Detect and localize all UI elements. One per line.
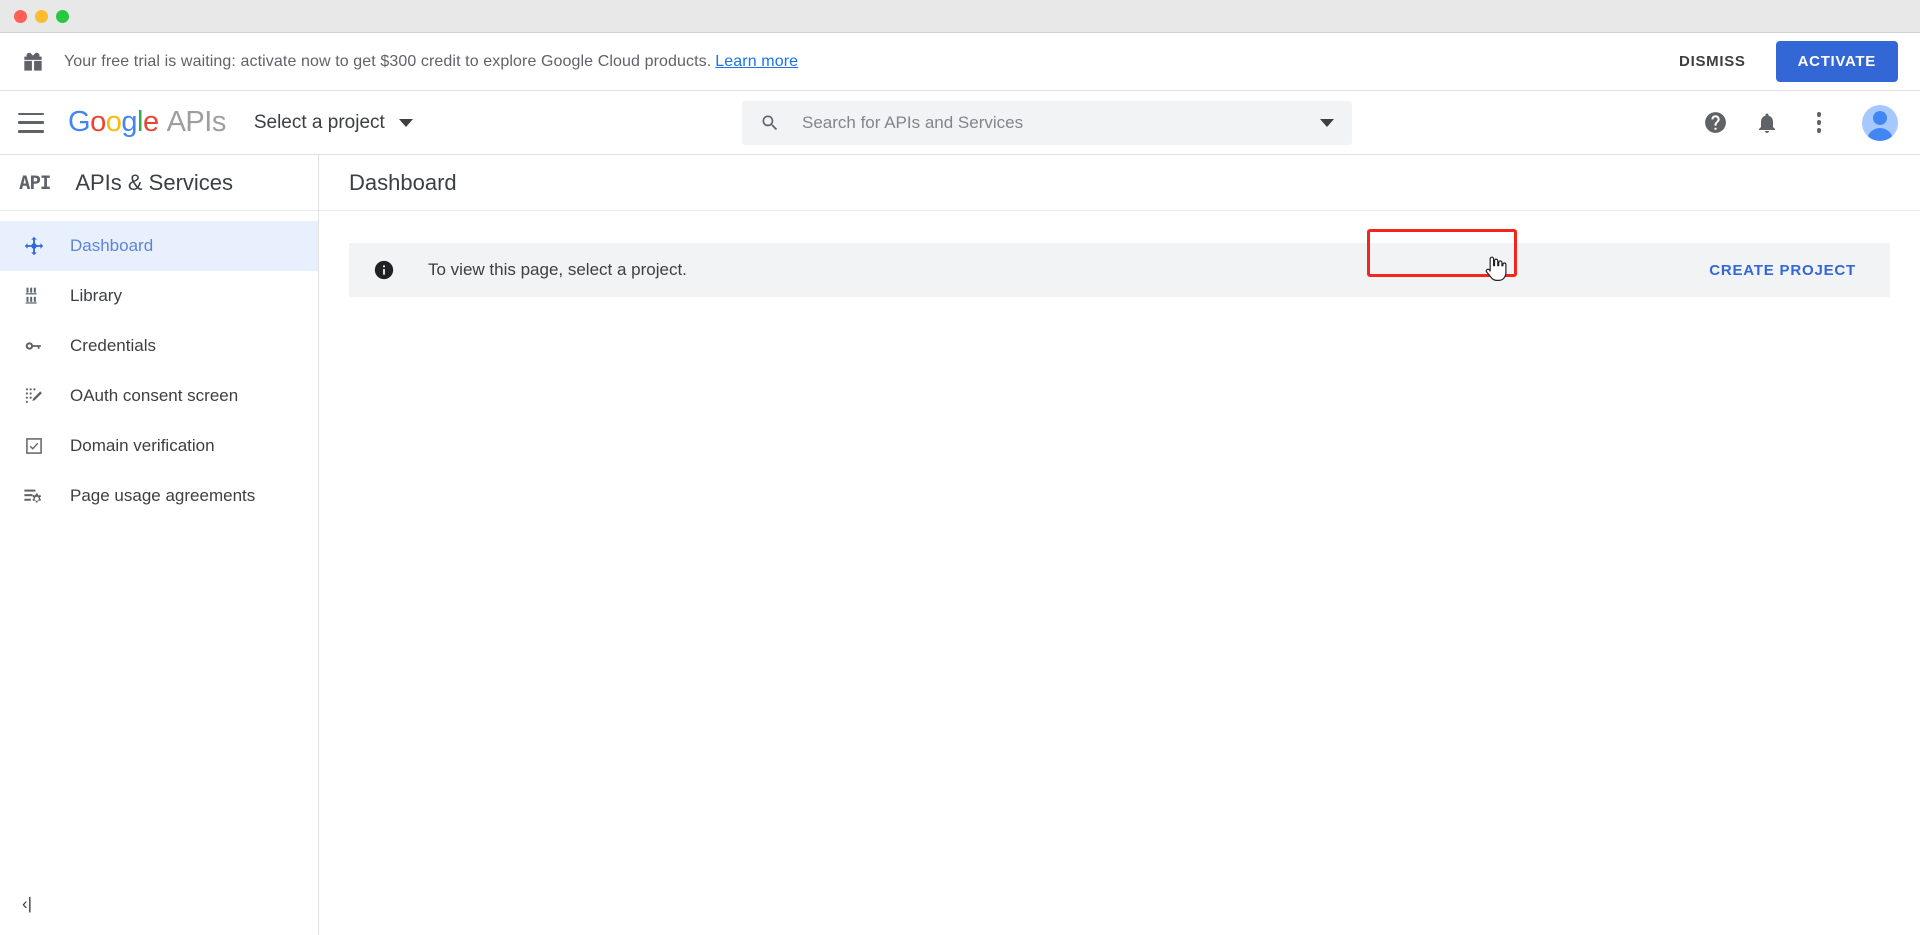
page-title: Dashboard xyxy=(349,169,457,195)
page-body: API APIs & Services Dashboard Library Cr… xyxy=(0,155,1920,935)
content-area: To view this page, select a project. CRE… xyxy=(319,211,1920,297)
search-bar[interactable] xyxy=(742,100,1352,145)
free-trial-banner: Your free trial is waiting: activate now… xyxy=(0,33,1920,91)
page-header: Dashboard xyxy=(319,155,1920,211)
banner-message: Your free trial is waiting: activate now… xyxy=(64,53,798,71)
sidebar-item-label: Credentials xyxy=(70,336,156,355)
bell-icon[interactable] xyxy=(1754,110,1780,136)
logo-letter-g2: g xyxy=(121,106,137,138)
sidebar-item-oauth-consent-screen[interactable]: OAuth consent screen xyxy=(0,371,318,421)
sidebar-item-label: OAuth consent screen xyxy=(70,386,239,405)
sidebar-header: API APIs & Services xyxy=(0,155,318,211)
google-apis-logo[interactable]: Google APIs xyxy=(68,106,226,139)
user-avatar-icon[interactable] xyxy=(1862,104,1898,141)
search-dropdown-chevron-icon[interactable] xyxy=(1320,118,1334,127)
logo-letter-g1: G xyxy=(68,106,91,138)
activate-button[interactable]: ACTIVATE xyxy=(1775,41,1898,82)
logo-suffix-apis: APIs xyxy=(166,106,227,138)
sidebar-item-page-usage-agreements[interactable]: Page usage agreements xyxy=(0,471,318,521)
collapse-sidebar-icon[interactable]: ‹| xyxy=(22,894,32,914)
sidebar-nav: Dashboard Library Credentials OAuth cons… xyxy=(0,211,318,521)
project-selector[interactable]: Select a project xyxy=(254,112,413,134)
banner-message-text: Your free trial is waiting: activate now… xyxy=(64,52,712,70)
sidebar-item-library[interactable]: Library xyxy=(0,271,318,321)
gift-icon xyxy=(20,49,46,75)
sidebar-item-domain-verification[interactable]: Domain verification xyxy=(0,421,318,471)
window-controls xyxy=(14,9,69,23)
window-zoom-button[interactable] xyxy=(56,9,69,23)
info-icon xyxy=(373,259,395,281)
page-settings-icon xyxy=(22,484,46,508)
dashboard-icon xyxy=(22,234,46,258)
kebab-menu-icon[interactable] xyxy=(1806,110,1832,136)
info-card-message: To view this page, select a project. xyxy=(428,260,687,279)
logo-letter-o2: o xyxy=(105,106,122,138)
sidebar-item-label: Domain verification xyxy=(70,436,215,455)
sidebar-item-credentials[interactable]: Credentials xyxy=(0,321,318,371)
app-top-bar: Google APIs Select a project xyxy=(0,91,1920,155)
sidebar-item-label: Library xyxy=(70,286,122,305)
key-icon xyxy=(22,334,46,358)
window-title-bar xyxy=(0,0,1920,33)
dismiss-button[interactable]: DISMISS xyxy=(1663,43,1762,80)
sidebar-item-label: Page usage agreements xyxy=(70,486,256,505)
library-icon xyxy=(22,284,46,308)
top-bar-actions xyxy=(1702,104,1898,141)
select-project-info-card: To view this page, select a project. CRE… xyxy=(349,243,1890,297)
project-selector-label: Select a project xyxy=(253,111,385,133)
sidebar-product-title: APIs & Services xyxy=(75,169,234,195)
help-circle-icon[interactable] xyxy=(1702,110,1728,136)
sidebar-footer: ‹| xyxy=(0,873,318,935)
oauth-consent-icon xyxy=(22,384,46,408)
search-icon xyxy=(760,113,780,133)
chevron-down-icon xyxy=(398,118,413,127)
window-close-button[interactable] xyxy=(14,9,27,23)
search-input[interactable] xyxy=(802,112,1310,133)
checkbox-verified-icon xyxy=(22,434,46,458)
hamburger-menu-icon[interactable] xyxy=(18,112,44,133)
window-minimize-button[interactable] xyxy=(35,9,48,23)
api-product-icon: API xyxy=(19,171,51,194)
learn-more-link[interactable]: Learn more xyxy=(715,53,798,70)
logo-letter-o1: o xyxy=(90,106,106,138)
main-content: Dashboard To view this page, select a pr… xyxy=(319,155,1920,935)
sidebar: API APIs & Services Dashboard Library Cr… xyxy=(0,155,319,935)
sidebar-item-dashboard[interactable]: Dashboard xyxy=(0,221,318,271)
sidebar-item-label: Dashboard xyxy=(70,236,154,255)
create-project-button[interactable]: CREATE PROJECT xyxy=(1693,250,1872,291)
logo-letter-e1: e xyxy=(142,106,159,138)
